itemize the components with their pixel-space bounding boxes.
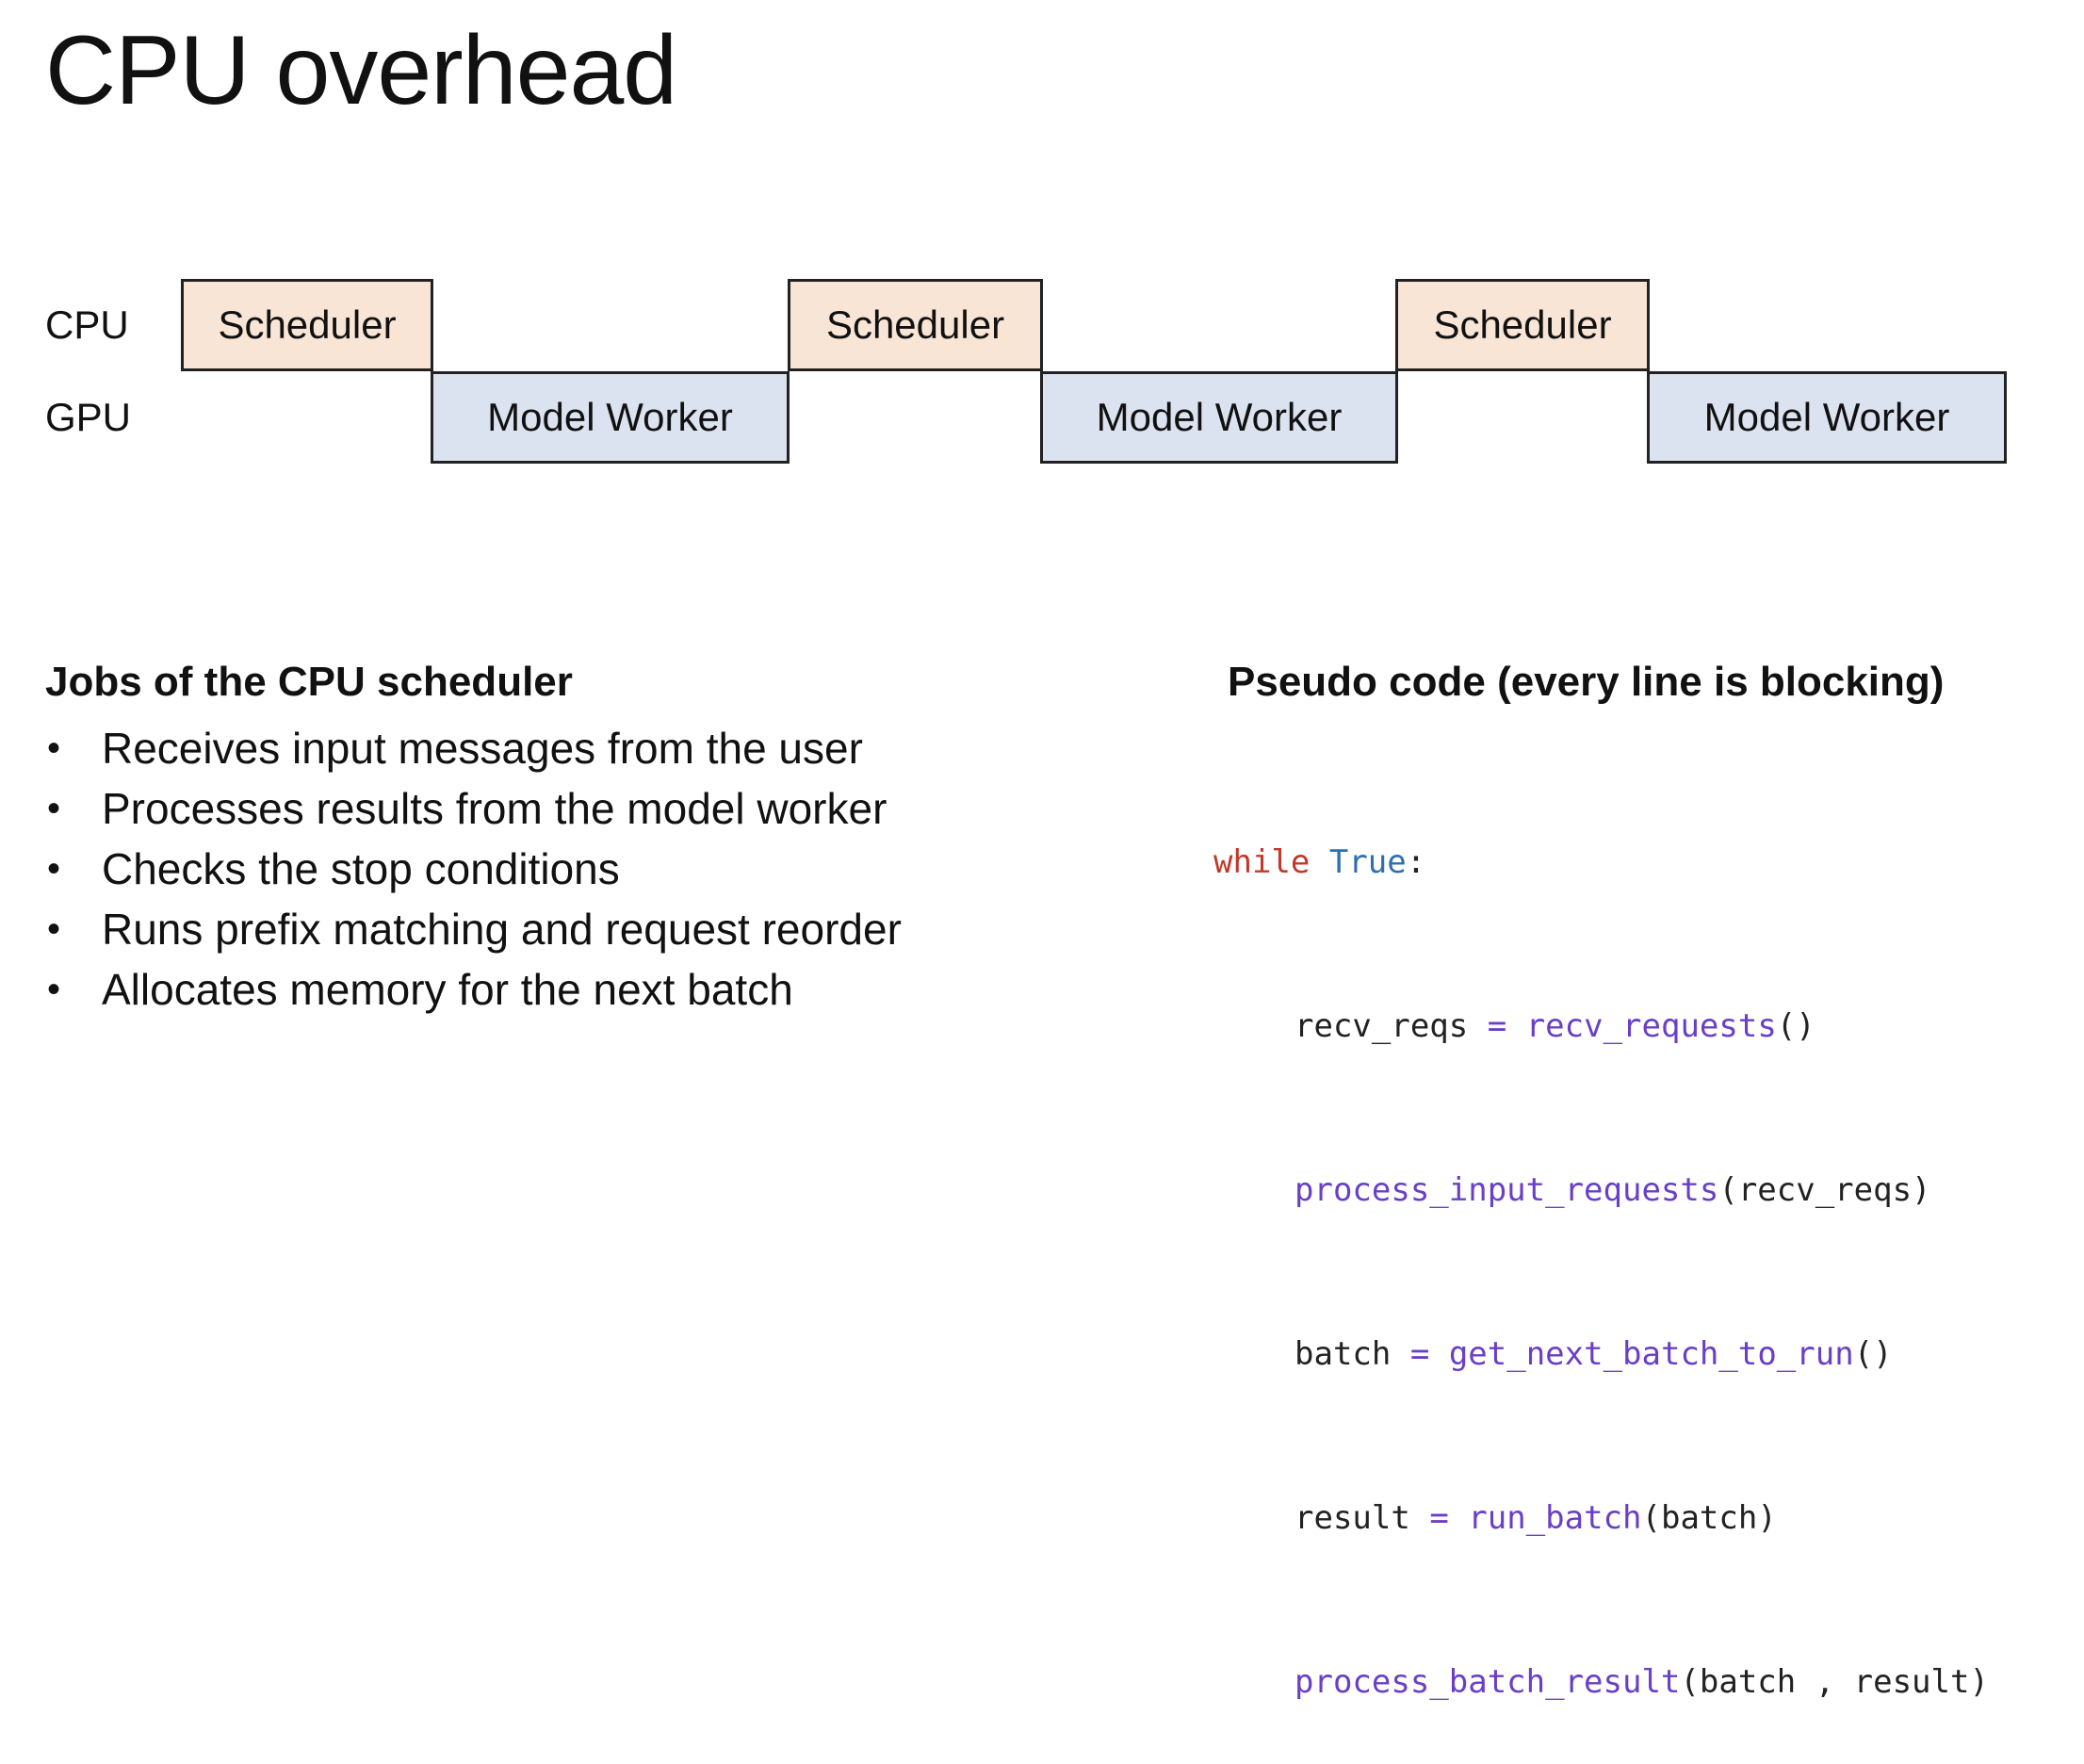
code-line: while True: (1213, 843, 1426, 881)
pseudo-code-heading: Pseudo code (every line is blocking) (1228, 659, 1945, 705)
bullet-icon: • (47, 969, 61, 1010)
bullet-icon: • (47, 848, 61, 890)
bullet-icon: • (47, 908, 61, 950)
bullet-icon: • (47, 727, 61, 769)
jobs-heading: Jobs of the CPU scheduler (45, 659, 573, 705)
scheduler-block-3: Scheduler (1395, 279, 1650, 371)
code-line: process_input_requests(recv_reqs) (1294, 1171, 1931, 1209)
page-title: CPU overhead (45, 16, 677, 125)
code-line: recv_reqs = recv_requests() (1294, 1007, 1815, 1045)
scheduler-block-1: Scheduler (181, 279, 433, 371)
pseudo-code-block: while True: recv_reqs = recv_requests() … (1213, 726, 1989, 1764)
code-line: process_batch_result(batch , result) (1294, 1663, 1989, 1701)
model-worker-block-1: Model Worker (431, 371, 790, 464)
list-item: • Checks the stop conditions (45, 839, 902, 899)
cpu-row-label: CPU (45, 302, 129, 347)
list-item: • Runs prefix matching and request reorde… (45, 899, 902, 959)
scheduler-block-2: Scheduler (788, 279, 1043, 371)
list-item: • Processes results from the model worker (45, 778, 902, 839)
bullet-icon: • (47, 788, 61, 829)
model-worker-block-3: Model Worker (1647, 371, 2007, 464)
jobs-list: • Receives input messages from the user •… (45, 718, 902, 1020)
code-line: batch = get_next_batch_to_run() (1294, 1335, 1893, 1373)
model-worker-block-2: Model Worker (1040, 371, 1398, 464)
code-line: result = run_batch(batch) (1294, 1499, 1777, 1537)
list-item: • Allocates memory for the next batch (45, 959, 902, 1020)
gpu-row-label: GPU (45, 395, 132, 439)
list-item: • Receives input messages from the user (45, 718, 902, 778)
